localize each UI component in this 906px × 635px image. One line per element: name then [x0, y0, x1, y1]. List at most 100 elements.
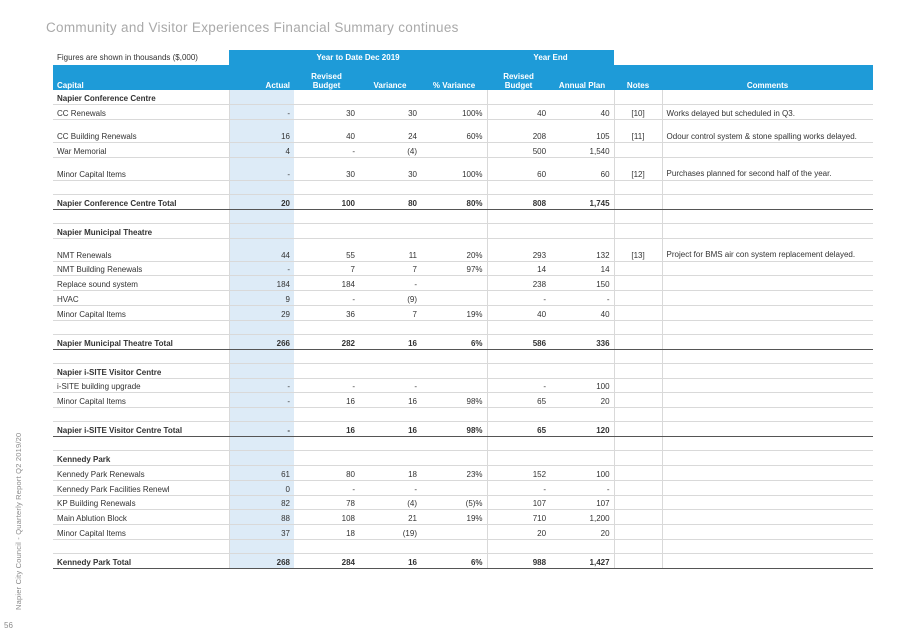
cell-ye-budget: 20 [486, 524, 551, 541]
page-title: Community and Visitor Experiences Financ… [46, 20, 459, 35]
spacer-row [53, 320, 874, 335]
empty-cell [294, 320, 359, 335]
section-total-row: Napier Municipal Theatre Total 266 282 16 6%… [53, 333, 874, 350]
cell-pct [421, 378, 488, 394]
cell-plan: 132 [550, 238, 615, 262]
cell-pct: 60% [421, 119, 488, 144]
cell-plan: 336 [550, 333, 615, 350]
cell-pct: 97% [421, 261, 488, 277]
empty-cell [550, 180, 615, 195]
empty-cell [53, 539, 229, 555]
cell-variance: 80 [359, 193, 421, 210]
empty-cell [294, 436, 359, 452]
cell-plan: 40 [550, 104, 615, 121]
cell-ye-budget: 238 [486, 275, 551, 292]
cell-actual: 20 [228, 193, 294, 210]
group-ytd-header: Year to Date Dec 2019 [229, 50, 488, 65]
empty-cell [53, 436, 229, 452]
cell-note: [10] [613, 104, 663, 121]
cell-variance: - [359, 275, 421, 292]
cell-ye-budget: 152 [486, 465, 551, 481]
cell-actual: 29 [228, 305, 294, 321]
empty-cell [486, 539, 551, 555]
cell-pct [421, 142, 488, 158]
cell-pct: 80% [421, 193, 488, 210]
page-number: 56 [4, 621, 13, 630]
cell-note [613, 290, 663, 307]
empty-cell [53, 209, 229, 224]
cell-name: CC Renewals [53, 104, 229, 121]
col-comments: Comments [662, 65, 874, 90]
cell-comment [661, 495, 874, 511]
cell-variance: (4) [359, 495, 421, 511]
table-row: CC Renewals -30 30 100% 40 40 [10] Works delaye… [53, 104, 874, 121]
cell-name: War Memorial [53, 142, 229, 158]
cell-pct: 100% [421, 157, 488, 181]
empty-cell [661, 539, 874, 555]
cell-budget: 30 [294, 157, 359, 181]
cell-ye-budget: - [486, 290, 551, 307]
cell-variance: - [359, 480, 421, 496]
cell-name: CC Building Renewals [53, 119, 229, 144]
empty-cell [228, 209, 294, 224]
cell-pct: 23% [421, 465, 488, 481]
table-row: Minor Capital Items 29 36 7 19% 40 40 [53, 305, 874, 321]
cell-actual: 44 [228, 238, 294, 262]
empty-cell [613, 320, 663, 335]
section-title: Napier i-SITE Visitor Centre [53, 363, 229, 379]
empty-cell [294, 407, 359, 423]
col-actual: Actual [229, 65, 294, 90]
cell-comment [661, 524, 874, 541]
cell-note [613, 305, 663, 321]
cell-actual: - [228, 378, 294, 394]
cell-note [613, 509, 663, 526]
cell-actual: 0 [228, 480, 294, 496]
cell-note [613, 480, 663, 496]
col-notes: Notes [614, 65, 663, 90]
cell-variance: (4) [359, 142, 421, 158]
cell-budget: 7 [294, 261, 359, 277]
cell-plan: 1,427 [550, 553, 615, 570]
empty-cell [53, 407, 229, 423]
cell-actual: 16 [228, 119, 294, 144]
cell-variance: 7 [359, 261, 421, 277]
cell-plan: 150 [550, 275, 615, 292]
cell-plan: 1,745 [550, 193, 615, 210]
table-row: CC Building Renewals 16 40 24 60% 208 105 [11] O… [53, 119, 874, 144]
empty-cell [550, 349, 615, 364]
cell-variance: 16 [359, 421, 421, 438]
cell-comment: Purchases planned for second half of the… [661, 157, 874, 181]
col-pct-variance: % Variance [421, 65, 488, 90]
empty-cell [294, 90, 359, 106]
empty-cell [228, 363, 294, 379]
cell-pct: 20% [421, 238, 488, 262]
cell-budget: - [294, 480, 359, 496]
cell-note [613, 378, 663, 394]
empty-cell [550, 223, 615, 239]
empty-cell [661, 209, 874, 224]
cell-comment [661, 378, 874, 394]
cell-budget: 30 [294, 104, 359, 121]
cell-ye-budget: 710 [486, 509, 551, 526]
cell-variance: 16 [359, 553, 421, 570]
cell-plan: 100 [550, 465, 615, 481]
cell-variance: 30 [359, 157, 421, 181]
cell-comment [661, 465, 874, 481]
empty-cell [294, 363, 359, 379]
cell-note [613, 193, 663, 210]
table-row: i-SITE building upgrade - - - -100 [53, 378, 874, 394]
cell-ye-budget: - [486, 480, 551, 496]
empty-cell [661, 320, 874, 335]
cell-pct: 98% [421, 421, 488, 438]
cell-budget: 184 [294, 275, 359, 292]
cell-pct: 19% [421, 509, 488, 526]
cell-comment [661, 392, 874, 409]
cell-variance: 30 [359, 104, 421, 121]
empty-cell [228, 436, 294, 452]
cell-actual: - [228, 261, 294, 277]
cell-note: [13] [613, 238, 663, 262]
cell-comment: Odour control system & stone spalling wo… [661, 119, 874, 144]
cell-ye-budget: 14 [486, 261, 551, 277]
cell-name: Main Ablution Block [53, 509, 229, 526]
cell-ye-budget: 500 [486, 142, 551, 158]
